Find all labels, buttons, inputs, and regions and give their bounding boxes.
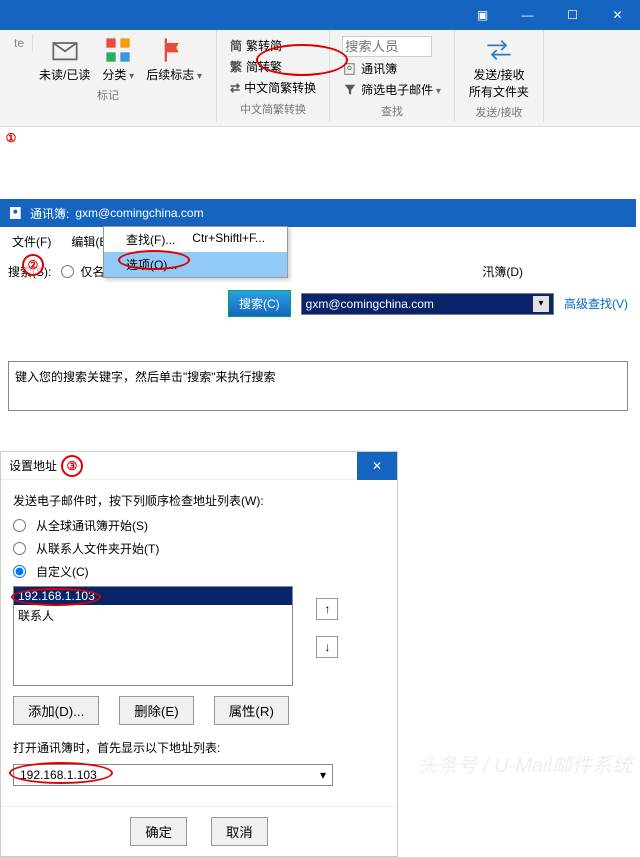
list-item[interactable]: 联系人	[14, 605, 292, 626]
filter-icon	[343, 83, 357, 97]
ab-menubar: 文件(F) 编辑(E) 工具(T)	[0, 227, 636, 257]
dialog-close-button[interactable]: ✕	[357, 452, 397, 480]
addressbook-window: 通讯簿: gxm@comingchina.com 文件(F) 编辑(E) 工具(…	[0, 199, 636, 411]
categories-button[interactable]: 分类	[96, 34, 140, 85]
followup-button[interactable]: 后续标志	[140, 34, 208, 85]
window-close-icon[interactable]: ✕	[595, 0, 640, 30]
conv-chinese[interactable]: ⇄中文简繁转换	[229, 78, 317, 97]
options-dialog: ③ 设置地址 ✕ 发送电子邮件时，按下列顺序检查地址列表(W): 从全球通讯簿开…	[0, 451, 398, 857]
flag-icon	[160, 36, 188, 64]
remove-button[interactable]: 删除(E)	[119, 696, 193, 725]
ribbon-group-find: 通讯簿 筛选电子邮件 查找	[330, 30, 455, 122]
cancel-button[interactable]: 取消	[211, 817, 268, 846]
ok-button[interactable]: 确定	[130, 817, 187, 846]
annotation-oval-ip2	[9, 762, 113, 784]
categories-icon	[104, 36, 132, 64]
open-ab-label: 打开通讯簿时，首先显示以下地址列表:	[13, 739, 385, 756]
filter-email-button[interactable]: 筛选电子邮件	[342, 80, 442, 99]
advanced-find-link[interactable]: 高级查找(V)	[564, 295, 628, 312]
ablist-label: 汛簿(D)	[482, 263, 523, 280]
add-button[interactable]: 添加(D)...	[13, 696, 99, 725]
envelope-icon	[51, 36, 79, 64]
dialog-title: 设置地址	[9, 457, 57, 474]
properties-button[interactable]: 属性(R)	[214, 696, 289, 725]
chevron-down-icon[interactable]: ▾	[320, 768, 326, 782]
annotation-circle-2: ②	[22, 254, 44, 276]
window-maximize-icon[interactable]: ☐	[550, 0, 595, 30]
search-people-input[interactable]	[342, 36, 432, 57]
radio-global-ab[interactable]	[13, 519, 26, 532]
send-receive-icon	[485, 36, 513, 64]
annotation-circle-addressbook	[256, 44, 348, 76]
ribbon-group-tags: te 未读/已读 分类 后续标志 标记	[0, 30, 217, 122]
radio-nameonly[interactable]	[61, 265, 74, 278]
window-restore-icon[interactable]: ▣	[460, 0, 505, 30]
window-minimize-icon[interactable]: —	[505, 0, 550, 30]
search-hint-box: 键入您的搜索关键字，然后单击"搜索"来执行搜索	[8, 361, 628, 411]
unread-read-button[interactable]: 未读/已读	[33, 34, 96, 85]
annotation-circle-1: ①	[0, 127, 22, 149]
addressbook-button[interactable]: 通讯簿	[342, 59, 442, 78]
move-up-button[interactable]: ↑	[316, 598, 338, 620]
radio-contacts-folder[interactable]	[13, 542, 26, 555]
move-down-button[interactable]: ↓	[316, 636, 338, 658]
menu-find[interactable]: 查找(F)... Ctr+Shiftl+F...	[104, 227, 287, 252]
dialog-description: 发送电子邮件时，按下列顺序检查地址列表(W):	[13, 492, 385, 509]
radio-custom[interactable]	[13, 565, 26, 578]
ablist-combo[interactable]: gxm@comingchina.com ▾	[301, 293, 554, 315]
annotation-circle-3: ③	[61, 455, 83, 477]
ribbon-group-sendrecv: 发送/接收 所有文件夹 发送/接收	[455, 30, 544, 122]
annotation-circle-options	[118, 250, 190, 270]
search-button[interactable]: 搜索(C)	[228, 290, 291, 317]
chevron-down-icon[interactable]: ▾	[533, 296, 549, 312]
send-receive-button[interactable]: 发送/接收 所有文件夹	[463, 34, 535, 102]
ab-titlebar: 通讯簿: gxm@comingchina.com	[0, 199, 636, 227]
watermark: 头条号 / U-Mail邮件系统	[418, 749, 632, 778]
delete-button[interactable]: te	[8, 34, 33, 52]
annotation-oval-ip1	[11, 588, 101, 606]
addressbook-icon	[8, 205, 24, 221]
menu-file[interactable]: 文件(F)	[8, 231, 55, 253]
